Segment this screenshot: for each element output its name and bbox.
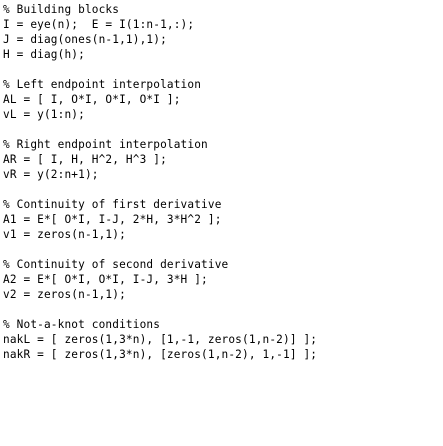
code-comment-left-endpoint: % Left endpoint interpolation bbox=[3, 78, 202, 91]
code-line-al: AL = [ I, O*I, O*I, O*I ]; bbox=[3, 93, 181, 106]
code-line-shift-matrix: J = diag(ones(n-1,1),1); bbox=[3, 33, 167, 46]
code-line-v1: v1 = zeros(n-1,1); bbox=[3, 228, 126, 241]
code-line-a2: A2 = E*[ O*I, O*I, I-J, 3*H ]; bbox=[3, 273, 208, 286]
code-listing: % Building blocks I = eye(n); E = I(1:n-… bbox=[3, 2, 441, 362]
code-line-v2: v2 = zeros(n-1,1); bbox=[3, 288, 126, 301]
code-line-a1: A1 = E*[ O*I, I-J, 2*H, 3*H^2 ]; bbox=[3, 213, 222, 226]
code-comment-building-blocks: % Building blocks bbox=[3, 3, 120, 16]
code-line-nakl: nakL = [ zeros(1,3*n), [1,-1, zeros(1,n-… bbox=[3, 333, 318, 346]
code-line-identity-matrix: I = eye(n); E = I(1:n-1,:); bbox=[3, 18, 195, 31]
code-comment-second-derivative: % Continuity of second derivative bbox=[3, 258, 229, 271]
code-comment-right-endpoint: % Right endpoint interpolation bbox=[3, 138, 208, 151]
code-comment-first-derivative: % Continuity of first derivative bbox=[3, 198, 222, 211]
code-comment-not-a-knot: % Not-a-knot conditions bbox=[3, 318, 161, 331]
code-line-ar: AR = [ I, H, H^2, H^3 ]; bbox=[3, 153, 167, 166]
code-line-vr: vR = y(2:n+1); bbox=[3, 168, 99, 181]
code-line-vl: vL = y(1:n); bbox=[3, 108, 85, 121]
code-line-nakr: nakR = [ zeros(1,3*n), [zeros(1,n-2), 1,… bbox=[3, 348, 318, 361]
code-line-step-matrix: H = diag(h); bbox=[3, 48, 85, 61]
